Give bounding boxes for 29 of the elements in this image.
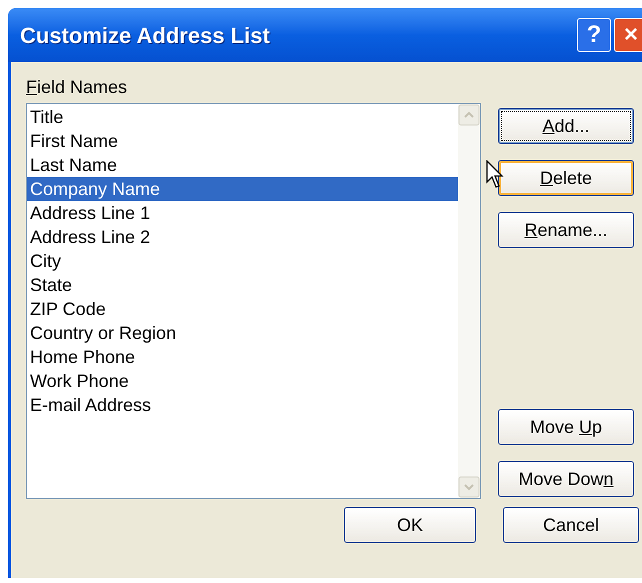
dialog-button[interactable]: Delete (498, 160, 634, 196)
dialog-button[interactable]: Move Up (498, 409, 634, 445)
list-item[interactable]: Address Line 2 (27, 225, 458, 249)
dialog-button[interactable]: Rename... (498, 212, 634, 248)
cursor-icon (486, 160, 506, 190)
list-item[interactable]: First Name (27, 129, 458, 153)
list-item[interactable]: E-mail Address (27, 393, 458, 417)
field-names-label: Field Names (26, 76, 128, 98)
scrollbar[interactable] (458, 104, 480, 498)
help-button[interactable]: ? (577, 18, 611, 52)
list-item[interactable]: Country or Region (27, 321, 458, 345)
close-button[interactable]: × (614, 18, 642, 52)
list-item[interactable]: Work Phone (27, 369, 458, 393)
dialog-button[interactable]: Move Down (498, 461, 634, 497)
scroll-up-icon[interactable] (458, 104, 480, 126)
dialog-button[interactable]: Add... (498, 108, 634, 144)
dialog-button[interactable]: OK (344, 507, 476, 543)
field-names-list[interactable]: Title First Name Last Name Company Name Address Line 1 Address Line 2 City State ZIP Code Country or Region Home Phone Work Phone E-mail Address (26, 103, 481, 499)
list-item[interactable]: Address Line 1 (27, 201, 458, 225)
dialog-button[interactable]: Cancel (503, 507, 639, 543)
list-item[interactable]: City (27, 249, 458, 273)
list-item[interactable]: State (27, 273, 458, 297)
window-title: Customize Address List (20, 22, 271, 50)
list-item[interactable]: Last Name (27, 153, 458, 177)
scroll-down-icon[interactable] (458, 476, 480, 498)
list-item[interactable]: Title (27, 105, 458, 129)
list-item[interactable]: ZIP Code (27, 297, 458, 321)
list-item[interactable]: Company Name (27, 177, 458, 201)
list-item[interactable]: Home Phone (27, 345, 458, 369)
